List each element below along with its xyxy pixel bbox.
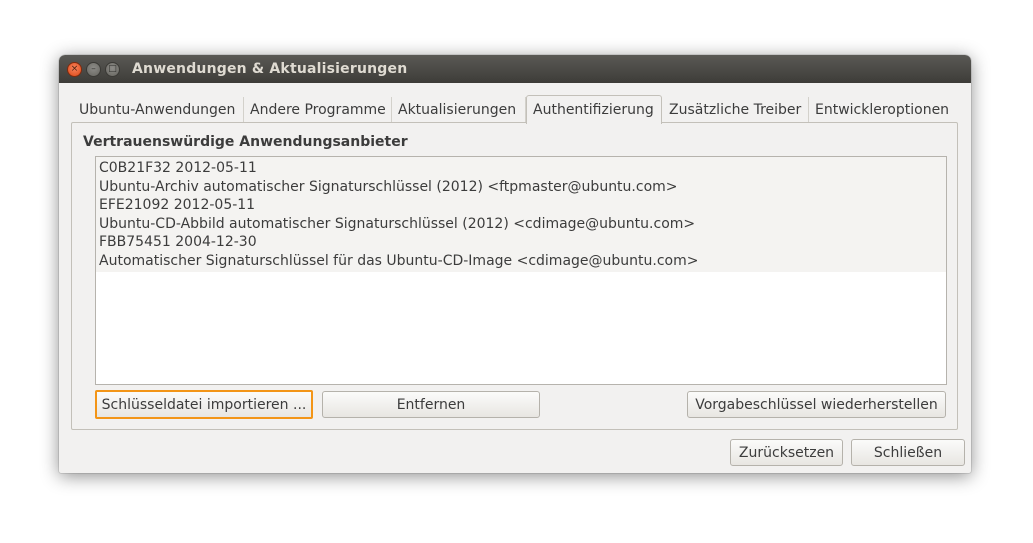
key-id: FBB75451 2004-12-30 bbox=[99, 234, 257, 250]
tab-andere-programme[interactable]: Andere Programme bbox=[244, 97, 392, 123]
key-description: Automatischer Signaturschlüssel für das … bbox=[99, 252, 699, 269]
key-list-item[interactable]: FBB75451 2004-12-30 Automatischer Signat… bbox=[96, 233, 946, 270]
close-button[interactable]: Schließen bbox=[851, 439, 965, 466]
import-key-file-button[interactable]: Schlüsseldatei importieren ... bbox=[95, 390, 313, 419]
close-window-icon[interactable]: × bbox=[67, 62, 82, 77]
key-id: C0B21F32 2012-05-11 bbox=[99, 160, 257, 176]
key-id: EFE21092 2012-05-11 bbox=[99, 197, 256, 213]
key-list[interactable]: C0B21F32 2012-05-11 Ubuntu-Archiv automa… bbox=[95, 156, 947, 385]
key-description: Ubuntu-Archiv automatischer Signaturschl… bbox=[99, 178, 678, 195]
title-bar[interactable]: × – □ Anwendungen & Aktualisierungen bbox=[59, 55, 971, 83]
tab-aktualisierungen[interactable]: Aktualisierungen bbox=[392, 97, 526, 123]
tab-ubuntu-anwendungen[interactable]: Ubuntu-Anwendungen bbox=[73, 97, 244, 123]
minimize-window-icon[interactable]: – bbox=[86, 62, 101, 77]
key-list-item[interactable]: EFE21092 2012-05-11 Ubuntu-CD-Abbild aut… bbox=[96, 196, 946, 233]
app-window: × – □ Anwendungen & Aktualisierungen Ubu… bbox=[59, 55, 971, 473]
tab-entwickleroptionen[interactable]: Entwickleroptionen bbox=[809, 97, 957, 123]
tab-zusaetzliche-treiber[interactable]: Zusätzliche Treiber bbox=[663, 97, 809, 123]
key-description: Ubuntu-CD-Abbild automatischer Signaturs… bbox=[99, 215, 696, 232]
maximize-window-icon[interactable]: □ bbox=[105, 62, 120, 77]
restore-default-keys-button[interactable]: Vorgabeschlüssel wiederherstellen bbox=[687, 391, 946, 418]
authentication-page: Vertrauenswürdige Anwendungsanbieter C0B… bbox=[71, 122, 958, 430]
tab-authentifizierung[interactable]: Authentifizierung bbox=[526, 95, 662, 124]
key-list-item[interactable]: C0B21F32 2012-05-11 Ubuntu-Archiv automa… bbox=[96, 159, 946, 196]
reset-button[interactable]: Zurücksetzen bbox=[730, 439, 843, 466]
key-list-rows: C0B21F32 2012-05-11 Ubuntu-Archiv automa… bbox=[96, 157, 946, 272]
remove-key-button[interactable]: Entfernen bbox=[322, 391, 540, 418]
trusted-providers-heading: Vertrauenswürdige Anwendungsanbieter bbox=[83, 134, 408, 150]
window-title: Anwendungen & Aktualisierungen bbox=[132, 61, 408, 77]
